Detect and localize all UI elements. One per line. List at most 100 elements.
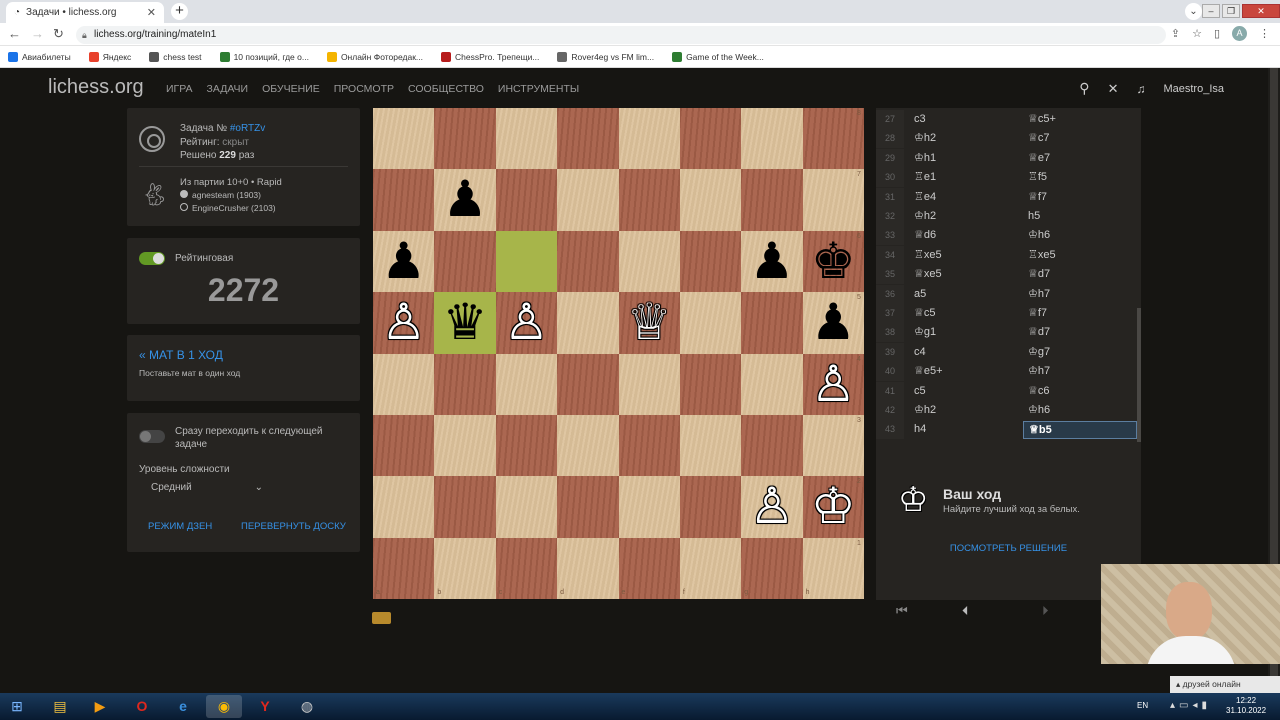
white-move[interactable]: a5 (914, 285, 926, 304)
black-move[interactable]: ♕e7 (1028, 149, 1050, 168)
board-square-d3[interactable] (557, 414, 619, 477)
white-move[interactable]: ♖e1 (914, 168, 936, 187)
black-move[interactable]: ♔h6 (1028, 401, 1050, 420)
bookmark-item[interactable]: ChessPro. Трепещи... (441, 51, 539, 62)
nav-item[interactable]: ПРОСМОТР (334, 83, 394, 95)
board-square-h3[interactable] (802, 414, 865, 477)
white-move[interactable]: ♔h2 (914, 207, 936, 226)
board-square-f4[interactable] (679, 353, 742, 415)
board-square-d1[interactable] (557, 537, 619, 600)
menu-icon[interactable]: ⋮ (1259, 27, 1270, 40)
white-move[interactable]: c3 (914, 110, 926, 129)
board-square-e8[interactable] (618, 108, 680, 170)
black-move[interactable]: ♕f7 (1028, 304, 1047, 323)
friends-online-popup[interactable]: ▴ друзей онлайн (1170, 676, 1280, 693)
zen-mode-button[interactable]: РЕЖИМ ДЗЕН (148, 521, 212, 532)
game-info[interactable]: Из партии 10+0 • Rapid (180, 176, 282, 189)
board-square-f1[interactable] (679, 537, 742, 600)
obs-icon[interactable]: ◍ (289, 695, 325, 718)
prev-move-icon[interactable]: ⏴ (962, 603, 969, 619)
white-move[interactable]: ♔h2 (914, 401, 936, 420)
bell-icon[interactable]: ♫ (1136, 82, 1145, 96)
nav-item[interactable]: ЗАДАЧИ (207, 83, 249, 95)
board-square-b8[interactable] (434, 108, 496, 170)
black-move[interactable]: ♕d7 (1028, 323, 1050, 342)
chess-piece-e5[interactable]: ♕ (619, 292, 680, 353)
black-move[interactable]: ♕f7 (1028, 188, 1047, 207)
chess-piece-a5[interactable]: ♙ (373, 292, 434, 353)
white-move[interactable]: ♖e4 (914, 188, 936, 207)
white-move[interactable]: c5 (914, 382, 926, 401)
board-square-c1[interactable] (495, 537, 558, 600)
white-move[interactable]: ♔h1 (914, 149, 936, 168)
swords-icon[interactable]: ✕ (1108, 81, 1119, 97)
board-square-a2[interactable] (373, 476, 435, 538)
difficulty-select[interactable]: Средний ⌄ (139, 477, 269, 499)
back-icon[interactable]: ← (8, 26, 21, 41)
white-move[interactable]: c4 (914, 343, 926, 362)
board-square-e6[interactable] (618, 230, 680, 293)
url-field[interactable]: 🔒︎ lichess.org/training/mateIn1 (76, 26, 1166, 44)
black-move[interactable]: ♔g7 (1028, 343, 1050, 362)
chess-piece-a6[interactable]: ♟ (373, 231, 434, 292)
bookmark-item[interactable]: Онлайн Фоторедак... (326, 51, 423, 62)
chess-piece-b7[interactable]: ♟ (434, 169, 495, 230)
chess-board[interactable]: a b c d e f g h 8 7 6 5 4 3 2 1 ♟ ♟ ♟ ♚ ♙ ♛ ♙ ♕ ♟ ♙ ♙ ♔ (373, 108, 865, 600)
ie-icon[interactable]: e (165, 695, 201, 718)
current-move[interactable]: ♕b5 (1023, 421, 1137, 440)
bookmark-item[interactable]: Яндекс (88, 51, 131, 62)
nav-item[interactable]: ОБУЧЕНИЕ (262, 83, 320, 95)
chess-piece-h2[interactable]: ♔ (803, 476, 864, 537)
username[interactable]: Maestro_Isa (1163, 83, 1224, 95)
board-square-f8[interactable] (679, 108, 742, 170)
flip-board-button[interactable]: ПЕРЕВЕРНУТЬ ДОСКУ (241, 521, 346, 532)
board-square-h1[interactable] (802, 537, 865, 600)
board-square-h8[interactable] (802, 108, 865, 170)
board-square-f2[interactable] (679, 476, 742, 538)
board-square-b2[interactable] (434, 476, 496, 538)
bookmark-star-icon[interactable]: ☆ (1192, 27, 1202, 40)
white-move[interactable]: ♖xe5 (914, 246, 942, 265)
black-move[interactable]: ♕c5+ (1028, 110, 1056, 129)
board-square-b6[interactable] (434, 230, 496, 293)
chess-piece-c5[interactable]: ♙ (496, 292, 557, 353)
theme-link[interactable]: « МАТ В 1 ХОД (139, 348, 223, 362)
chess-piece-h5[interactable]: ♟ (803, 292, 864, 353)
black-move[interactable]: ♔h7 (1028, 285, 1050, 304)
white-move[interactable]: ♕e5+ (914, 362, 943, 381)
tab-close-icon[interactable]: ✕ (147, 6, 156, 19)
board-square-e4[interactable] (618, 353, 680, 415)
white-move[interactable]: ♕c5 (914, 304, 935, 323)
opera-icon[interactable]: O (124, 695, 160, 718)
nav-item[interactable]: ИГРА (166, 83, 193, 95)
nav-item[interactable]: ИНСТРУМЕНТЫ (498, 83, 579, 95)
board-square-a4[interactable] (373, 353, 435, 415)
clock[interactable]: 12:22 31.10.2022 (1226, 696, 1266, 716)
black-move[interactable]: ♕c6 (1028, 382, 1049, 401)
board-square-c4[interactable] (495, 353, 558, 415)
board-square-b1[interactable] (434, 537, 496, 600)
puzzle-id-link[interactable]: #oRTZv (230, 123, 265, 134)
start-button[interactable]: ⊞ (2, 695, 32, 718)
bookmark-item[interactable]: chess test (149, 51, 202, 62)
white-move[interactable]: ♔g1 (914, 323, 936, 342)
black-move[interactable]: ♖xe5 (1028, 246, 1056, 265)
board-square-c6[interactable] (495, 230, 558, 293)
board-square-f7[interactable] (679, 169, 742, 231)
board-square-a1[interactable] (373, 537, 435, 600)
report-flag-icon[interactable] (372, 612, 391, 624)
maximize-button[interactable]: ❐ (1222, 4, 1240, 18)
board-square-g5[interactable] (741, 292, 803, 354)
browser-tab[interactable]: ◔ Задачи • lichess.org ✕ (6, 2, 164, 23)
black-move[interactable]: ♕c7 (1028, 129, 1049, 148)
chess-piece-h4[interactable]: ♙ (803, 354, 864, 415)
move-list-scrollbar[interactable] (1137, 308, 1141, 442)
board-square-e7[interactable] (618, 169, 680, 231)
language-indicator[interactable]: EN (1137, 701, 1148, 710)
site-logo[interactable]: lichess.org (48, 76, 144, 99)
media-player-icon[interactable]: ▶ (82, 695, 118, 718)
board-square-f6[interactable] (679, 230, 742, 293)
board-square-b4[interactable] (434, 353, 496, 415)
board-square-g1[interactable] (741, 537, 803, 600)
auto-next-toggle[interactable] (139, 430, 165, 443)
